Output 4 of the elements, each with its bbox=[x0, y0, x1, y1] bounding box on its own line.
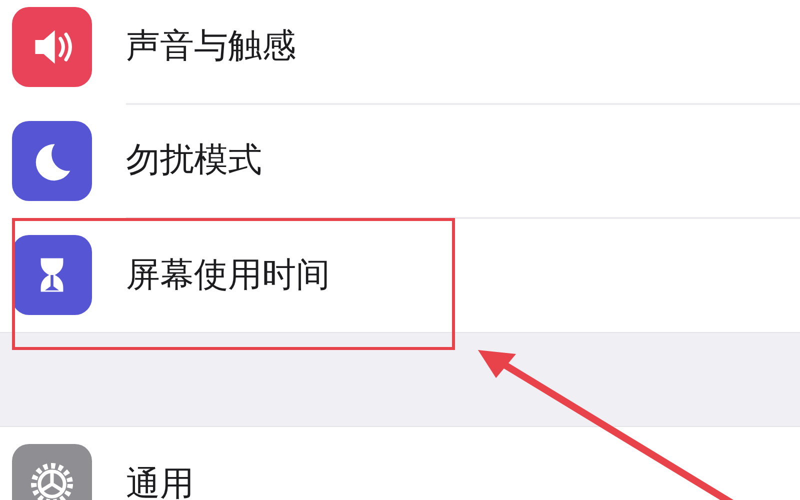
setting-label[interactable]: 通用 bbox=[126, 461, 194, 500]
setting-label[interactable]: 勿扰模式 bbox=[126, 137, 262, 183]
setting-label[interactable]: 屏幕使用时间 bbox=[126, 252, 330, 298]
setting-label[interactable]: 声音与触感 bbox=[126, 23, 296, 69]
